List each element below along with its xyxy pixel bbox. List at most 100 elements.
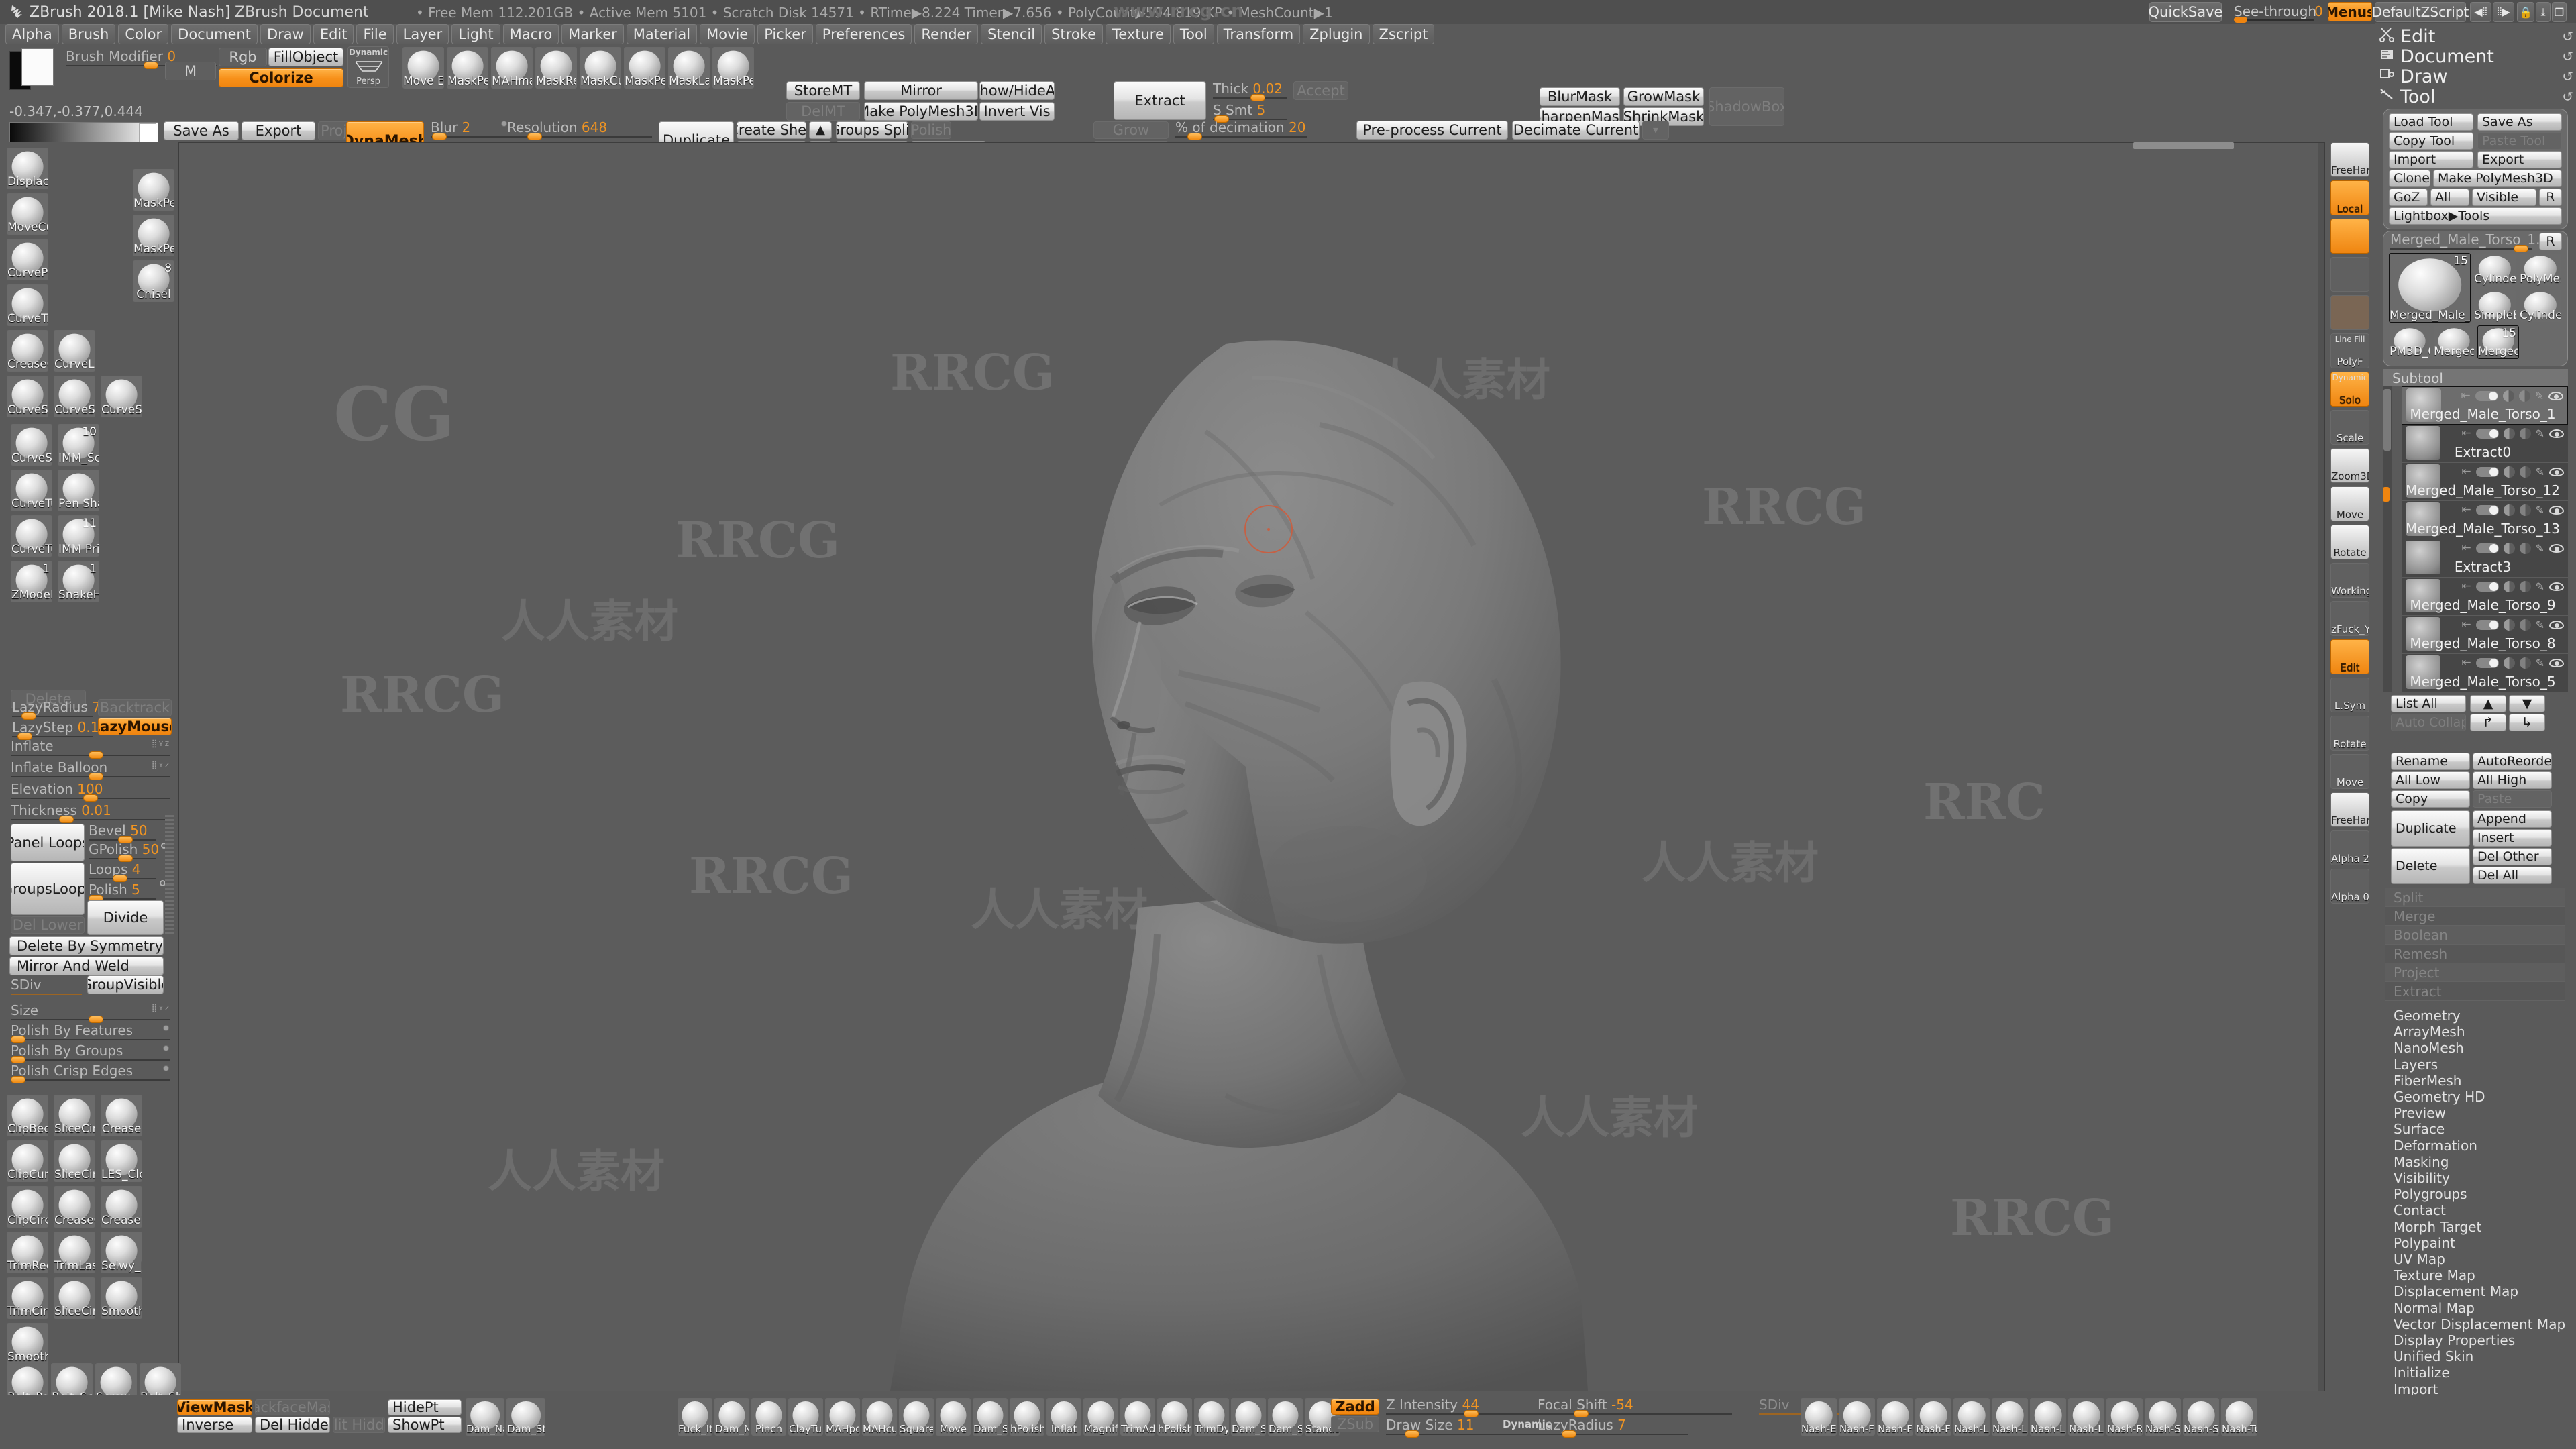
menu-item-material[interactable]: Material xyxy=(626,24,698,44)
shelf-brush-thumb[interactable]: Move El. xyxy=(402,47,444,89)
shelf-brush-thumb[interactable]: MaskCu xyxy=(580,47,621,89)
subtool-eye-icon[interactable] xyxy=(2549,429,2564,438)
vtool-edit[interactable]: Edit xyxy=(2330,639,2369,674)
brush-thumb[interactable]: MaskPen xyxy=(133,169,174,211)
delete-subtool-button[interactable]: Delete xyxy=(2391,848,2470,884)
loops-slider[interactable]: Loops 4 xyxy=(87,861,158,884)
grow-button[interactable]: Grow xyxy=(1093,121,1169,139)
brush-thumb[interactable]: LES_Clot xyxy=(101,1140,142,1182)
subtool-transparency-icon[interactable] xyxy=(2502,390,2514,402)
make-polymesh3d-rp-button[interactable]: Make PolyMesh3D xyxy=(2433,170,2562,187)
subtool-outdent-button[interactable]: ↱ xyxy=(2470,714,2506,731)
brush-thumb[interactable]: Smooth xyxy=(7,1323,48,1364)
shelf-brush-thumb[interactable]: MaskRe xyxy=(535,47,577,89)
menu-item-picker[interactable]: Picker xyxy=(757,24,813,44)
subtool-eye-icon[interactable] xyxy=(2549,620,2564,629)
current-tool-slider[interactable]: Merged_Male_Torso_1. 50 xyxy=(2389,231,2561,254)
left-panel-collapse-handle[interactable] xyxy=(165,813,174,934)
tool-thumb[interactable]: Cylinder xyxy=(2473,253,2516,286)
goz-button[interactable]: GoZ xyxy=(2389,189,2428,206)
tool-thumb[interactable]: PM3D_C xyxy=(2389,325,2430,359)
tool-r-button[interactable]: R xyxy=(2539,233,2562,250)
brush-thumb[interactable]: 1ZModele xyxy=(11,561,52,602)
shadowbox-button[interactable]: ShadowBox xyxy=(1709,87,1784,126)
subtool-visibility-toggle[interactable] xyxy=(2475,504,2499,515)
export-button[interactable]: Export xyxy=(241,121,315,140)
menu-item-draw[interactable]: Draw xyxy=(260,24,311,44)
delete-by-symmetry-button[interactable]: Delete By Symmetry xyxy=(9,936,164,955)
visible-button[interactable]: Visible xyxy=(2472,189,2536,206)
subtool-row[interactable]: ⇤ ✎ Extract0 xyxy=(2402,425,2568,463)
zsub-button[interactable]: ZSub xyxy=(1331,1416,1379,1432)
bottom-brush-thumb[interactable]: Move xyxy=(936,1398,971,1436)
subtool-visibility-toggle[interactable] xyxy=(2475,619,2499,630)
mirror-button[interactable]: Mirror xyxy=(864,81,978,100)
subtool-up-button[interactable]: ▲ xyxy=(2470,695,2506,712)
brush-thumb[interactable]: CurveSn xyxy=(54,376,95,417)
brush-thumb[interactable]: CurveTr xyxy=(7,284,48,326)
brush-thumb[interactable]: CreaseC xyxy=(54,1186,95,1228)
vtool-move[interactable]: Move xyxy=(2330,486,2369,521)
bottom-brush-thumb[interactable]: MAHpol xyxy=(825,1398,860,1436)
brush-thumb[interactable]: 8 Chisel xyxy=(133,260,174,302)
primary-color-swatch[interactable] xyxy=(21,48,54,86)
tool-menu-texture-map[interactable]: Texture Map xyxy=(2384,1267,2572,1283)
subtool-eye-icon[interactable] xyxy=(2549,505,2564,515)
zscript-button[interactable]: DefaultZScript xyxy=(2372,2,2469,22)
create-shell-button[interactable]: Create Shell xyxy=(737,121,806,139)
menu-item-edit[interactable]: Edit xyxy=(313,24,354,44)
subtool-row[interactable]: ⇤ ✎ Merged_Male_Torso_9 xyxy=(2402,578,2568,616)
minimize-icon[interactable]: ⤓ xyxy=(2536,2,2551,22)
perspective-toggle[interactable]: Dynamic Persp xyxy=(347,46,389,88)
subtool-arrow-icon[interactable]: ⇤ xyxy=(2461,503,2471,517)
size-slider[interactable]: Size ⣿ʏᴢ xyxy=(9,1002,173,1025)
tool-thumb[interactable]: PolyMes xyxy=(2519,253,2562,286)
menu-item-texture[interactable]: Texture xyxy=(1106,24,1171,44)
del-hidden-button[interactable]: Del Hidden xyxy=(255,1417,330,1433)
vtool-scale[interactable]: Scale xyxy=(2330,410,2369,445)
reset-icon[interactable]: ↺ xyxy=(2562,48,2573,64)
tool-menu-nanomesh[interactable]: NanoMesh xyxy=(2384,1040,2572,1056)
tool-thumb[interactable]: Cylinder xyxy=(2519,289,2562,323)
tool-thumb[interactable]: 15Merged_Male_To xyxy=(2389,253,2471,323)
lock-icon[interactable]: 🔒 xyxy=(2517,2,2534,22)
subtool-scrollbar[interactable] xyxy=(2383,386,2392,692)
decimate-current-button[interactable]: Decimate Current xyxy=(1512,121,1640,140)
subtool-ghost-icon[interactable] xyxy=(2519,466,2531,478)
sdiv-slider[interactable]: SDiv xyxy=(9,977,85,1000)
gradient-strip[interactable] xyxy=(9,122,158,145)
vtool-icon[interactable] xyxy=(2330,257,2369,292)
bottom-brush-thumb[interactable]: ClayTub xyxy=(788,1398,823,1436)
bottom-brush-thumb[interactable]: hPolish xyxy=(1157,1398,1192,1436)
brush-thumb[interactable]: CurveSt xyxy=(101,376,142,417)
subtool-ghost-icon[interactable] xyxy=(2519,580,2531,592)
polish-crisp-edges-slider[interactable]: Polish Crisp Edges xyxy=(9,1063,173,1085)
subtool-visibility-toggle[interactable] xyxy=(2475,657,2499,668)
paste-subtool-button[interactable]: Paste xyxy=(2473,790,2552,808)
menu-item-color[interactable]: Color xyxy=(118,24,169,44)
subtool-visibility-toggle[interactable] xyxy=(2475,581,2499,592)
bottom-brush-thumb[interactable]: Nash-Ro xyxy=(2106,1398,2143,1436)
maximize-icon[interactable]: ❐ xyxy=(2552,2,2567,22)
brush-thumb[interactable]: CreaseC xyxy=(7,330,48,372)
menu-item-render[interactable]: Render xyxy=(914,24,979,44)
backtrack-button[interactable]: Backtrack xyxy=(98,699,172,716)
resolution-slider[interactable]: Resolution 648 xyxy=(506,119,655,142)
bottom-brush-thumb[interactable]: MAHcut xyxy=(862,1398,897,1436)
menu-item-light[interactable]: Light xyxy=(451,24,500,44)
vtool-freehar[interactable]: FreeHar xyxy=(2330,142,2369,177)
menu-item-zplugin[interactable]: Zplugin xyxy=(1303,24,1370,44)
tool-menu-layers[interactable]: Layers xyxy=(2384,1057,2572,1073)
brush-thumb[interactable]: ClipCirc xyxy=(7,1186,48,1228)
menu-item-stencil[interactable]: Stencil xyxy=(981,24,1042,44)
bottom-brush-thumb[interactable]: Dam_Na xyxy=(466,1398,504,1436)
tool-menu-unified-skin[interactable]: Unified Skin xyxy=(2384,1348,2572,1364)
backfacemask-button[interactable]: BackfaceMask xyxy=(255,1399,330,1415)
clone-button[interactable]: Clone xyxy=(2389,170,2430,187)
subtool-polypaint-icon[interactable]: ✎ xyxy=(2536,580,2544,593)
bottom-brush-thumb[interactable]: Dam_Sta xyxy=(1268,1398,1303,1436)
vtool-zfuck-y[interactable]: zFuck_Y xyxy=(2330,601,2369,636)
menu-item-movie[interactable]: Movie xyxy=(700,24,755,44)
subtool-arrow-icon[interactable]: ⇤ xyxy=(2461,656,2471,669)
lazymouse-button[interactable]: LazyMouse xyxy=(98,718,172,735)
